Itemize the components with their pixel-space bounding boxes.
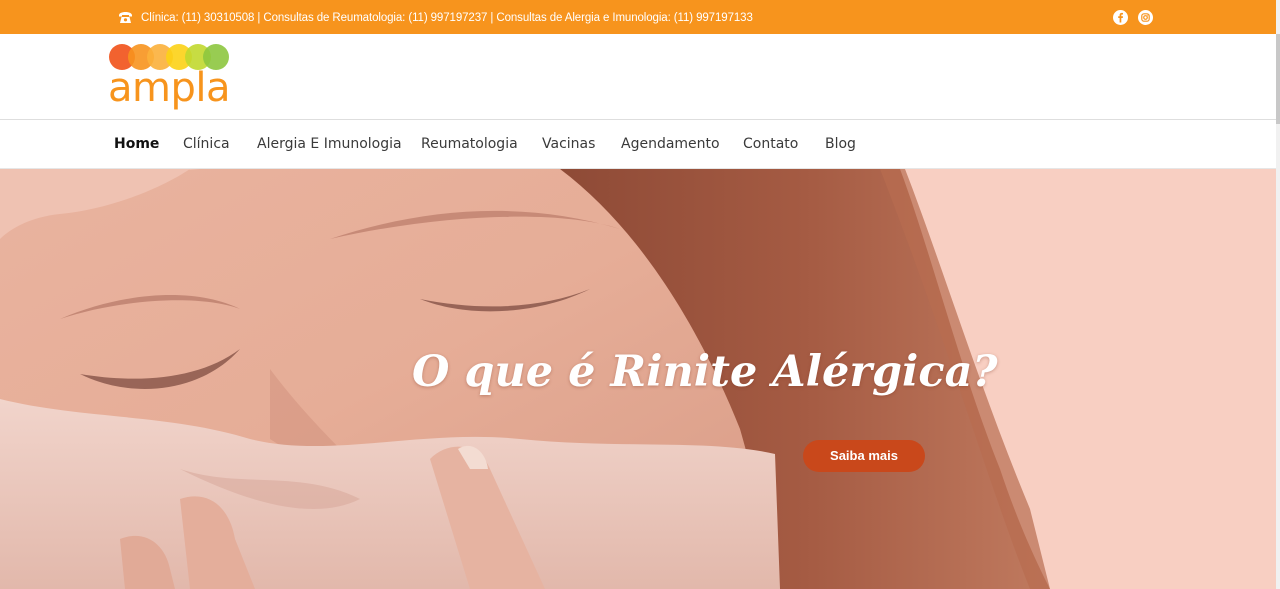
nav-item-reumatologia[interactable]: Reumatologia [421,136,518,153]
nav-item-contato[interactable]: Contato [743,136,798,153]
site-header: ampla [0,34,1276,119]
nav-item-vacinas[interactable]: Vacinas [542,136,595,153]
facebook-icon[interactable] [1113,10,1128,25]
instagram-icon[interactable] [1138,10,1153,25]
hero-title: O que é Rinite Alérgica? [412,347,998,397]
nav-item-alergia-imunologia[interactable]: Alergia E Imunologia [257,136,402,153]
phone-icon [119,12,132,23]
top-contact-bar: Clínica: (11) 30310508 | Consultas de Re… [0,0,1276,34]
nav-item-agendamento[interactable]: Agendamento [621,136,720,153]
nav-item-blog[interactable]: Blog [825,136,856,153]
nav-item-home[interactable]: Home [114,136,159,153]
logo-wordmark: ampla [108,65,231,111]
nav-item-clinica[interactable]: Clínica [183,136,230,153]
contact-phones-text: Clínica: (11) 30310508 | Consultas de Re… [141,12,753,24]
hero-slider: O que é Rinite Alérgica? Saiba mais [0,169,1276,589]
page-scrollbar-thumb[interactable] [1276,34,1280,124]
saiba-mais-button[interactable]: Saiba mais [803,440,925,472]
main-navigation: Home Clínica Alergia E Imunologia Reumat… [0,119,1276,169]
ampla-logo[interactable]: ampla [108,43,232,113]
